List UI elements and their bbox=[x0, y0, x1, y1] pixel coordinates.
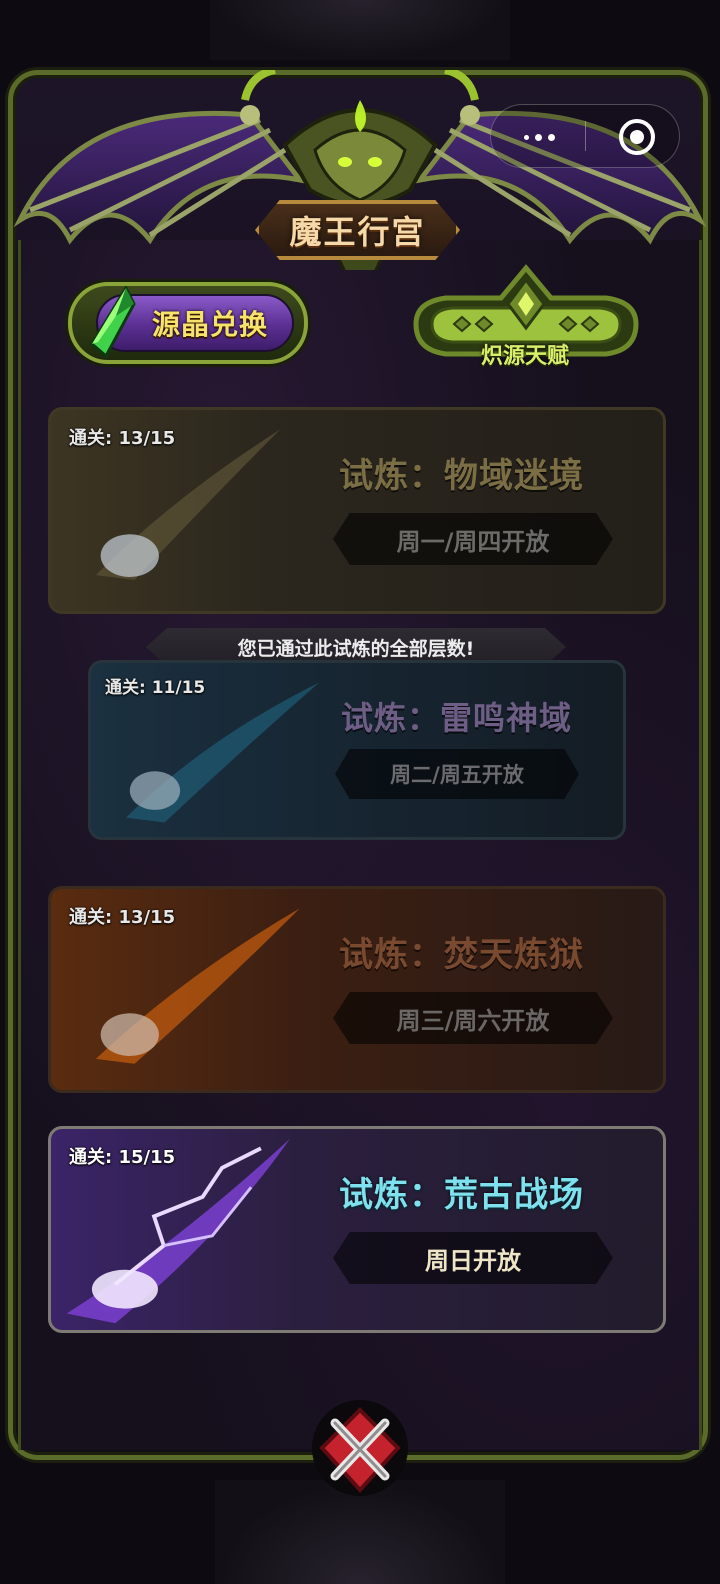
crystal-exchange-label: 源晶兑换 bbox=[151, 308, 268, 341]
trial-name: 试炼：物域迷境 bbox=[339, 456, 584, 496]
trial-schedule: 周二/周五开放 bbox=[335, 749, 579, 799]
trial-progress: 通关: 11/15 bbox=[105, 678, 206, 698]
trial-card-ancient-battlefield[interactable]: 通关: 15/15 试炼：荒古战场 周日开放 bbox=[48, 1126, 666, 1333]
trial-schedule: 周三/周六开放 bbox=[333, 992, 613, 1044]
talent-label: 炽源天赋 bbox=[480, 344, 569, 369]
trial-progress: 通关: 15/15 bbox=[69, 1147, 176, 1168]
more-dots-icon[interactable] bbox=[519, 123, 559, 151]
mini-program-capsule bbox=[490, 104, 680, 168]
trial-card-inferno[interactable]: 通关: 13/15 试炼：焚天炼狱 周三/周六开放 bbox=[48, 886, 666, 1093]
page-title: 魔王行宫 bbox=[289, 213, 426, 251]
trial-card-physical[interactable]: 通关: 13/15 试炼：物域迷境 周一/周四开放 bbox=[48, 407, 666, 614]
trial-progress: 通关: 13/15 bbox=[69, 428, 176, 449]
trial-name: 试炼：焚天炼狱 bbox=[339, 935, 584, 975]
green-crystal-icon bbox=[90, 286, 136, 358]
target-close-icon[interactable] bbox=[619, 119, 655, 155]
trial-name: 试炼：荒古战场 bbox=[339, 1175, 584, 1215]
capsule-divider bbox=[585, 121, 586, 151]
trial-name: 试炼：雷鸣神域 bbox=[341, 699, 573, 737]
top-ornament bbox=[210, 0, 510, 60]
trial-schedule: 周日开放 bbox=[333, 1232, 613, 1284]
trial-schedule: 周一/周四开放 bbox=[333, 513, 613, 565]
crossed-close-icon[interactable] bbox=[300, 1398, 420, 1508]
trial-card-thunder[interactable]: 通关: 11/15 试炼：雷鸣神域 周二/周五开放 bbox=[88, 660, 626, 840]
trial-progress: 通关: 13/15 bbox=[69, 907, 176, 928]
